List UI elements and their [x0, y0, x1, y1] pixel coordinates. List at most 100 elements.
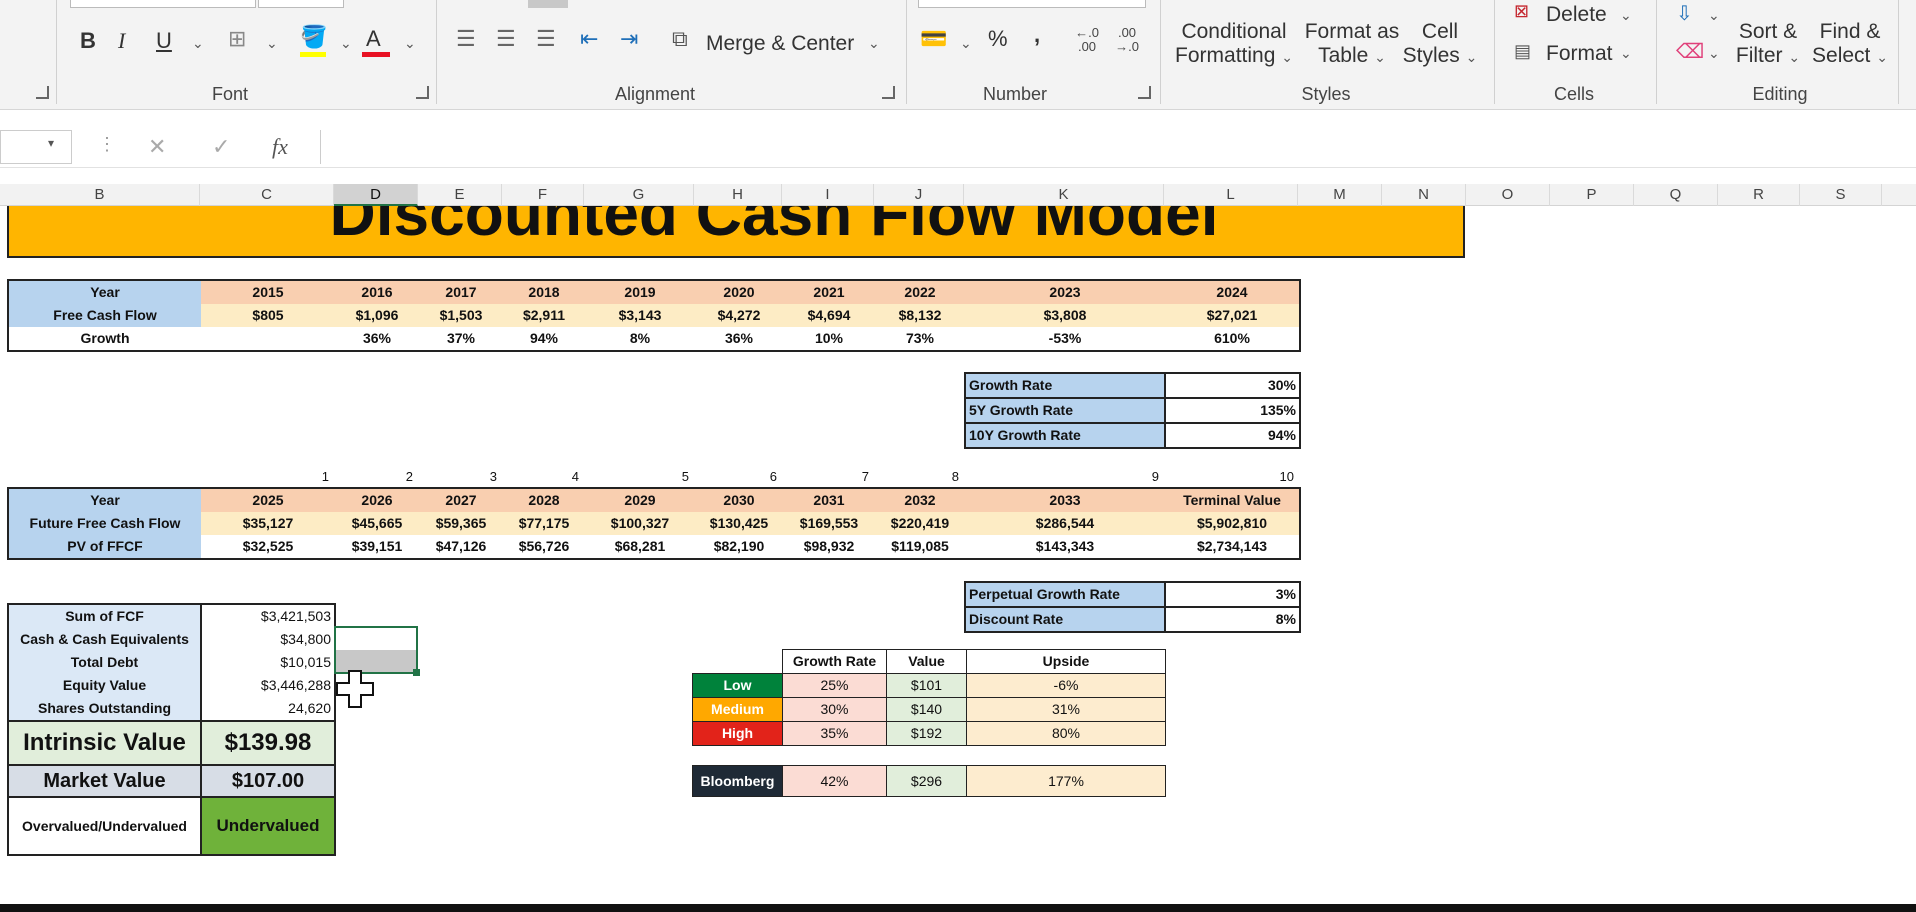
period-number[interactable]: 2: [334, 465, 418, 488]
fill-down-icon[interactable]: ⇩: [1676, 4, 1693, 24]
growth-rate-label[interactable]: Growth Rate: [964, 372, 1166, 399]
cash-value[interactable]: $34,800: [201, 628, 335, 651]
pv-cell[interactable]: $32,525: [201, 535, 335, 559]
bold-button[interactable]: B: [80, 30, 96, 52]
find-select-button[interactable]: Find & Select ⌄: [1810, 20, 1890, 68]
delete-button[interactable]: Delete: [1546, 3, 1607, 27]
pv-cell[interactable]: $47,126: [419, 535, 503, 559]
year-cell[interactable]: 2018: [503, 280, 585, 304]
year-cell[interactable]: 2029: [585, 488, 695, 512]
pv-cell[interactable]: $143,343: [965, 535, 1165, 559]
column-header-n[interactable]: N: [1382, 184, 1466, 206]
fill-dropdown-chevron-icon[interactable]: ⌄: [1708, 8, 1720, 22]
period-number[interactable]: 8: [874, 465, 964, 488]
growth-cell[interactable]: 73%: [875, 327, 965, 351]
align-left-icon[interactable]: ☰: [456, 28, 476, 50]
fcf-cell[interactable]: $4,694: [783, 304, 875, 327]
ffcf-cell[interactable]: $45,665: [335, 512, 419, 535]
column-header-i[interactable]: I: [782, 184, 874, 206]
verdict-value[interactable]: Undervalued: [201, 797, 335, 855]
conditional-formatting-button[interactable]: Conditional Formatting ⌄: [1172, 20, 1296, 68]
underline-dropdown-chevron-icon[interactable]: ⌄: [192, 36, 204, 50]
period-number[interactable]: 5: [584, 465, 694, 488]
orientation-button[interactable]: [528, 0, 568, 8]
pv-cell[interactable]: $82,190: [695, 535, 783, 559]
year-cell[interactable]: 2022: [875, 280, 965, 304]
merge-center-button[interactable]: Merge & Center: [706, 32, 854, 56]
pv-cell[interactable]: $2,734,143: [1165, 535, 1300, 559]
growth-rate-value[interactable]: 30%: [1164, 372, 1301, 399]
ffcf-cell[interactable]: $59,365: [419, 512, 503, 535]
terminal-value-header[interactable]: Terminal Value: [1165, 488, 1300, 512]
fcf-cell[interactable]: $8,132: [875, 304, 965, 327]
italic-button[interactable]: I: [118, 30, 125, 52]
fill-dropdown-chevron-icon[interactable]: ⌄: [340, 36, 352, 50]
column-header-l[interactable]: L: [1164, 184, 1298, 206]
fcf-cell[interactable]: $27,021: [1165, 304, 1300, 327]
year-cell[interactable]: 2026: [335, 488, 419, 512]
year-cell[interactable]: 2015: [201, 280, 335, 304]
growth-cell[interactable]: 36%: [335, 327, 419, 351]
growth-rate-5y-value[interactable]: 135%: [1164, 397, 1301, 424]
decrease-indent-icon[interactable]: ⇤: [580, 28, 598, 50]
year-cell[interactable]: 2023: [965, 280, 1165, 304]
column-header-d[interactable]: D: [334, 184, 418, 206]
ffcf-label[interactable]: Future Free Cash Flow: [8, 512, 201, 535]
scenario-low-growth[interactable]: 25%: [782, 673, 887, 698]
pv-cell[interactable]: $68,281: [585, 535, 695, 559]
align-right-icon[interactable]: ☰: [536, 28, 556, 50]
scenario-high-value[interactable]: $192: [886, 721, 967, 746]
font-color-dropdown-chevron-icon[interactable]: ⌄: [404, 36, 416, 50]
growth-rate-5y-label[interactable]: 5Y Growth Rate: [964, 397, 1166, 424]
fcf-cell[interactable]: $805: [201, 304, 335, 327]
column-header-o[interactable]: O: [1466, 184, 1550, 206]
intrinsic-value-label[interactable]: Intrinsic Value: [8, 721, 202, 765]
fcf-cell[interactable]: $2,911: [503, 304, 585, 327]
ffcf-cell[interactable]: $169,553: [783, 512, 875, 535]
year-label[interactable]: Year: [8, 488, 201, 512]
growth-cell[interactable]: 37%: [419, 327, 503, 351]
column-header-g[interactable]: G: [584, 184, 694, 206]
scenario-medium-value[interactable]: $140: [886, 697, 967, 722]
alignment-dialog-launcher-icon[interactable]: [882, 86, 895, 99]
font-dialog-launcher-icon[interactable]: [36, 86, 49, 99]
year-cell[interactable]: 2027: [419, 488, 503, 512]
bloomberg-upside[interactable]: 177%: [966, 765, 1166, 797]
decrease-decimal-button[interactable]: .00 →.0: [1112, 26, 1142, 54]
font-color-icon[interactable]: A: [366, 28, 381, 50]
growth-cell[interactable]: [201, 327, 335, 351]
scenario-high-label[interactable]: High: [692, 721, 783, 746]
scenario-high-upside[interactable]: 80%: [966, 721, 1166, 746]
market-value-label[interactable]: Market Value: [8, 765, 202, 797]
name-box-chevron-icon[interactable]: ▾: [48, 136, 54, 150]
increase-indent-icon[interactable]: ⇥: [620, 28, 638, 50]
growth-cell[interactable]: 8%: [585, 327, 695, 351]
sum-fcf-value[interactable]: $3,421,503: [201, 604, 335, 628]
cancel-icon[interactable]: ✕: [148, 134, 166, 160]
font-name-box[interactable]: [70, 0, 256, 8]
format-button[interactable]: Format: [1546, 42, 1613, 66]
format-as-table-button[interactable]: Format as Table ⌄: [1302, 20, 1402, 68]
period-number[interactable]: 9: [964, 465, 1164, 488]
font-settings-launcher-icon[interactable]: [416, 86, 429, 99]
increase-decimal-button[interactable]: ←.0.00: [1072, 26, 1102, 54]
pv-cell[interactable]: $39,151: [335, 535, 419, 559]
column-header-c[interactable]: C: [200, 184, 334, 206]
header-upside[interactable]: Upside: [966, 649, 1166, 674]
scenario-medium-growth[interactable]: 30%: [782, 697, 887, 722]
cash-label[interactable]: Cash & Cash Equivalents: [8, 628, 202, 651]
sum-fcf-label[interactable]: Sum of FCF: [8, 604, 202, 628]
clear-eraser-icon[interactable]: ⌫: [1676, 42, 1704, 62]
shares-outstanding-label[interactable]: Shares Outstanding: [8, 697, 202, 721]
bloomberg-growth[interactable]: 42%: [782, 765, 887, 797]
font-size-box[interactable]: [258, 0, 344, 8]
number-dialog-launcher-icon[interactable]: [1138, 86, 1151, 99]
growth-cell[interactable]: 610%: [1165, 327, 1300, 351]
underline-button[interactable]: U: [156, 30, 172, 52]
discount-rate-label[interactable]: Discount Rate: [964, 606, 1166, 633]
market-value-value[interactable]: $107.00: [201, 765, 335, 797]
align-center-icon[interactable]: ☰: [496, 28, 516, 50]
bloomberg-value[interactable]: $296: [886, 765, 967, 797]
growth-cell[interactable]: 10%: [783, 327, 875, 351]
year-cell[interactable]: 2032: [875, 488, 965, 512]
